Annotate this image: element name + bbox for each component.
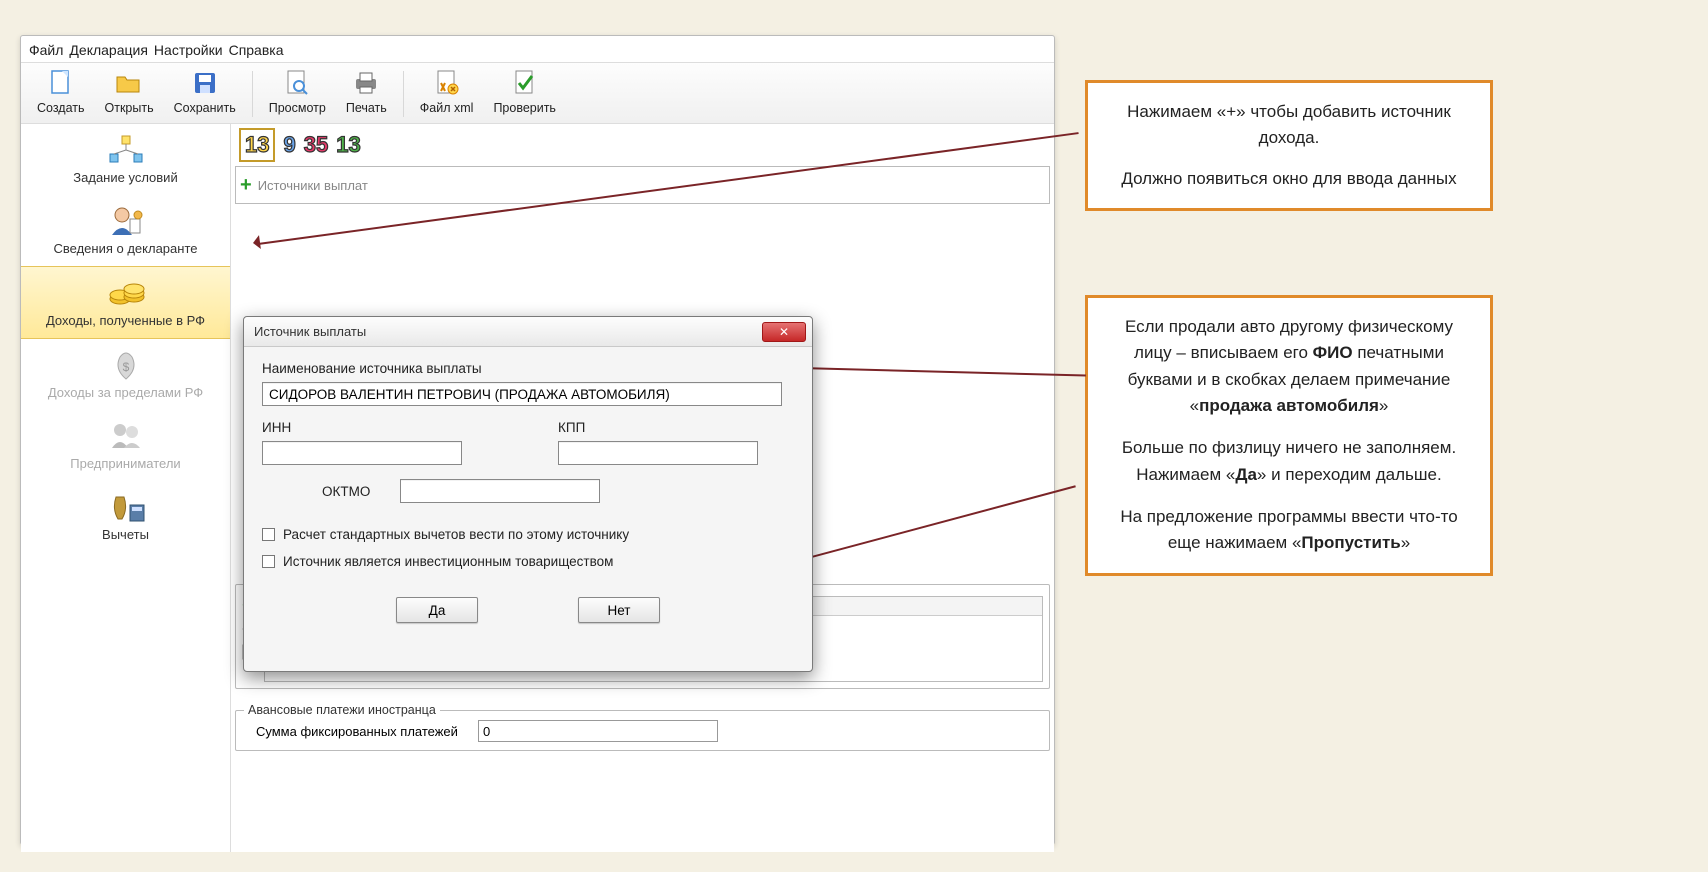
nav-label: Доходы, полученные в РФ [46, 313, 205, 328]
sources-title: Источники выплат [258, 178, 368, 193]
dialog-body: Наименование источника выплаты ИНН КПП О… [244, 347, 812, 629]
oktmo-input[interactable] [400, 479, 600, 503]
nav-label: Предприниматели [70, 456, 180, 471]
add-source-button[interactable]: + [240, 175, 252, 195]
save-button[interactable]: Сохранить [164, 67, 246, 117]
menu-help[interactable]: Справка [229, 42, 284, 58]
arrowhead-icon [245, 235, 261, 251]
svg-text:$: $ [122, 360, 129, 374]
menu-file[interactable]: Файл [29, 42, 63, 58]
menu-settings[interactable]: Настройки [154, 42, 223, 58]
advance-label: Сумма фиксированных платежей [256, 724, 458, 739]
nav-conditions[interactable]: Задание условий [21, 124, 230, 195]
no-button[interactable]: Нет [578, 597, 660, 623]
toolbar: Создать Открыть Сохранить Просмотр Печа [21, 63, 1054, 124]
xml-label: Файл xml [420, 101, 474, 115]
new-file-icon [47, 69, 75, 97]
preview-icon [283, 69, 311, 97]
print-label: Печать [346, 101, 387, 115]
open-button[interactable]: Открыть [95, 67, 164, 117]
save-icon [191, 69, 219, 97]
chk-std-row[interactable]: Расчет стандартных вычетов вести по этом… [262, 527, 794, 542]
close-button[interactable]: ✕ [762, 322, 806, 342]
menu-declaration[interactable]: Декларация [69, 42, 148, 58]
nav-label: Доходы за пределами РФ [48, 385, 203, 400]
vase-calc-icon [108, 491, 144, 523]
rate-13b-tab[interactable]: 13 [336, 132, 360, 158]
annotation-text: Должно появиться окно для ввода данных [1108, 166, 1470, 192]
nav-income-foreign: $ Доходы за пределами РФ [21, 339, 230, 410]
checkbox-icon [262, 528, 275, 541]
create-button[interactable]: Создать [27, 67, 95, 117]
left-nav: Задание условий Сведения о декларанте До… [21, 124, 231, 852]
rate-35-tab[interactable]: 35 [304, 132, 328, 158]
annotation-text: Если продали авто другому физическому ли… [1108, 314, 1470, 419]
advance-panel: Авансовые платежи иностранца Сумма фикси… [235, 710, 1050, 751]
chk-invest-row[interactable]: Источник является инвестиционным товарищ… [262, 554, 794, 569]
preview-button[interactable]: Просмотр [259, 67, 336, 117]
money-bag-icon: $ [108, 349, 144, 381]
print-button[interactable]: Печать [336, 67, 397, 117]
annotation-2: Если продали авто другому физическому ли… [1085, 295, 1493, 576]
oktmo-label: ОКТМО [322, 484, 370, 499]
people-icon [108, 420, 144, 452]
nav-entrepreneurs: Предприниматели [21, 410, 230, 481]
nav-deductions[interactable]: Вычеты [21, 481, 230, 552]
save-label: Сохранить [174, 101, 236, 115]
check-button[interactable]: Проверить [483, 67, 566, 117]
nav-label: Задание условий [73, 170, 177, 185]
source-dialog: Источник выплаты ✕ Наименование источник… [243, 316, 813, 672]
annotation-text: Нажимаем «+» чтобы добавить источник дох… [1108, 99, 1470, 152]
nav-income-rf[interactable]: Доходы, полученные в РФ [21, 266, 230, 339]
open-label: Открыть [105, 101, 154, 115]
inn-label: ИНН [262, 420, 498, 435]
person-icon [108, 205, 144, 237]
annotation-1: Нажимаем «+» чтобы добавить источник дох… [1085, 80, 1493, 211]
annotation-text: На предложение программы ввести что-то е… [1108, 504, 1470, 557]
kpp-input[interactable] [558, 441, 758, 465]
dialog-title-text: Источник выплаты [254, 324, 366, 339]
preview-label: Просмотр [269, 101, 326, 115]
nav-label: Вычеты [102, 527, 149, 542]
chk-std-label: Расчет стандартных вычетов вести по этом… [283, 527, 629, 542]
coins-icon [108, 277, 144, 309]
advance-legend: Авансовые платежи иностранца [244, 703, 440, 717]
rate-13-tab[interactable]: 13 [239, 128, 275, 162]
menu-bar: Файл Декларация Настройки Справка [21, 36, 1054, 63]
close-icon: ✕ [779, 325, 789, 339]
name-label: Наименование источника выплаты [262, 361, 794, 376]
check-icon [511, 69, 539, 97]
source-name-input[interactable] [262, 382, 782, 406]
sources-panel: + Источники выплат [235, 166, 1050, 204]
xml-file-icon [433, 69, 461, 97]
nav-label: Сведения о декларанте [54, 241, 198, 256]
create-label: Создать [37, 101, 85, 115]
xml-button[interactable]: Файл xml [410, 67, 484, 117]
conditions-icon [108, 134, 144, 166]
toolbar-separator [403, 71, 404, 117]
rate-9-tab[interactable]: 9 [283, 132, 295, 158]
dialog-titlebar[interactable]: Источник выплаты ✕ [244, 317, 812, 347]
inn-input[interactable] [262, 441, 462, 465]
chk-invest-label: Источник является инвестиционным товарищ… [283, 554, 613, 569]
folder-open-icon [115, 69, 143, 97]
yes-button[interactable]: Да [396, 597, 478, 623]
nav-declarant[interactable]: Сведения о декларанте [21, 195, 230, 266]
toolbar-separator [252, 71, 253, 117]
checkbox-icon [262, 555, 275, 568]
advance-input[interactable] [478, 720, 718, 742]
check-label: Проверить [493, 101, 556, 115]
printer-icon [352, 69, 380, 97]
kpp-label: КПП [558, 420, 794, 435]
annotation-text: Больше по физлицу ничего не заполняем. Н… [1108, 435, 1470, 488]
rate-tabs: 13 9 35 13 [235, 128, 1050, 162]
